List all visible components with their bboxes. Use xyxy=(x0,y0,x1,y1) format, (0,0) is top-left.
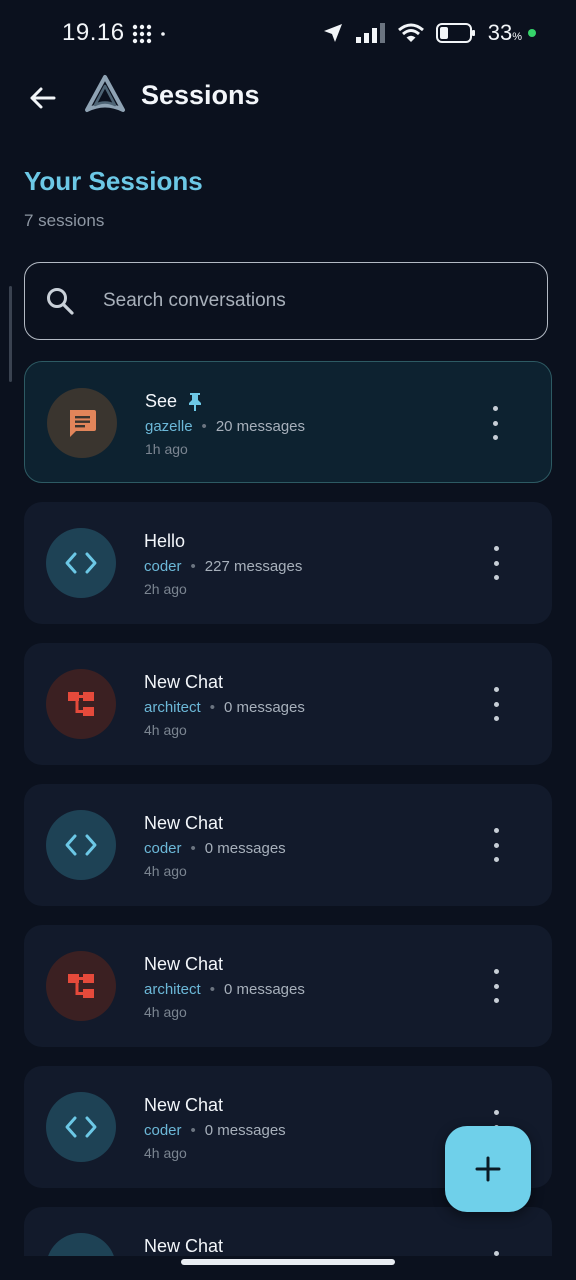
more-options-button[interactable] xyxy=(483,406,507,440)
more-options-button[interactable] xyxy=(484,1251,508,1256)
meta-separator: • xyxy=(190,840,196,857)
session-time: 4h ago xyxy=(144,863,187,879)
code-icon xyxy=(65,834,97,856)
pin-icon xyxy=(189,392,202,411)
more-options-button[interactable] xyxy=(484,969,508,1003)
session-avatar xyxy=(46,669,116,739)
signal-icon xyxy=(355,23,385,43)
session-avatar xyxy=(46,951,116,1021)
session-message-count: 0 messages xyxy=(223,981,305,998)
session-agent: architect xyxy=(144,981,201,998)
session-card[interactable]: New Chat xyxy=(24,1207,552,1256)
session-title: New Chat xyxy=(144,813,224,833)
scrollbar[interactable] xyxy=(9,286,12,382)
session-agent: coder xyxy=(144,1122,182,1139)
session-count: 7 sessions xyxy=(24,211,105,230)
search-input[interactable] xyxy=(101,289,547,313)
session-avatar xyxy=(47,388,117,458)
session-agent: gazelle xyxy=(145,418,193,435)
session-agent: coder xyxy=(144,558,182,575)
battery-percent: 33 xyxy=(487,20,513,45)
app-logo-icon xyxy=(85,75,125,112)
arrow-left-icon xyxy=(30,87,56,109)
more-options-button[interactable] xyxy=(484,687,508,721)
search-box[interactable] xyxy=(24,262,548,340)
code-icon xyxy=(65,552,97,574)
session-list: See gazelle • 20 messages 1h ago Hello c… xyxy=(24,361,552,1256)
session-avatar xyxy=(46,1233,116,1256)
app-header: Sessions xyxy=(0,66,576,130)
home-indicator[interactable] xyxy=(181,1259,395,1265)
session-time: 4h ago xyxy=(144,1145,187,1161)
session-time: 2h ago xyxy=(144,581,187,597)
session-agent: architect xyxy=(144,699,201,716)
session-card[interactable]: Hello coder • 227 messages 2h ago xyxy=(24,502,552,624)
session-title: See xyxy=(145,391,178,411)
session-agent: coder xyxy=(144,840,182,857)
session-card[interactable]: New Chat architect • 0 messages 4h ago xyxy=(24,925,552,1047)
session-avatar xyxy=(46,528,116,598)
session-avatar xyxy=(46,810,116,880)
section-title: Your Sessions xyxy=(24,166,203,196)
meta-separator: • xyxy=(209,981,215,998)
code-icon xyxy=(65,1116,97,1138)
meta-separator: • xyxy=(209,699,215,716)
session-message-count: 0 messages xyxy=(204,1122,286,1139)
status-bar: 19.16 33% xyxy=(0,0,576,66)
session-title: New Chat xyxy=(144,1236,224,1256)
session-time: 4h ago xyxy=(144,1004,187,1020)
more-options-button[interactable] xyxy=(484,828,508,862)
hierarchy-icon xyxy=(68,692,94,716)
meta-separator: • xyxy=(201,418,207,435)
session-message-count: 20 messages xyxy=(215,418,306,435)
session-card[interactable]: New Chat coder • 0 messages 4h ago xyxy=(24,784,552,906)
location-arrow-icon xyxy=(323,24,342,42)
app-grid-icon xyxy=(132,24,165,44)
session-title: New Chat xyxy=(144,954,224,974)
session-title: Hello xyxy=(144,531,186,551)
search-icon xyxy=(45,286,75,316)
wifi-icon xyxy=(397,23,424,42)
session-title: New Chat xyxy=(144,1095,224,1115)
meta-separator: • xyxy=(190,1122,196,1139)
new-session-button[interactable] xyxy=(445,1126,531,1212)
battery-unit: % xyxy=(512,31,522,43)
session-card[interactable]: See gazelle • 20 messages 1h ago xyxy=(24,361,552,483)
status-time: 19.16 xyxy=(62,19,125,46)
chat-icon xyxy=(70,410,96,437)
hierarchy-icon xyxy=(68,974,94,998)
session-time: 1h ago xyxy=(145,441,188,457)
battery-icon xyxy=(435,23,475,43)
session-message-count: 0 messages xyxy=(204,840,286,857)
session-message-count: 0 messages xyxy=(223,699,305,716)
session-message-count: 227 messages xyxy=(204,558,303,575)
session-card[interactable]: New Chat architect • 0 messages 4h ago xyxy=(24,643,552,765)
session-avatar xyxy=(46,1092,116,1162)
page-title: Sessions xyxy=(141,80,260,110)
plus-icon xyxy=(475,1156,501,1182)
more-options-button[interactable] xyxy=(484,546,508,580)
session-title: New Chat xyxy=(144,672,224,692)
back-button[interactable] xyxy=(22,80,62,116)
privacy-indicator xyxy=(528,29,536,37)
session-time: 4h ago xyxy=(144,722,187,738)
meta-separator: • xyxy=(190,558,196,575)
